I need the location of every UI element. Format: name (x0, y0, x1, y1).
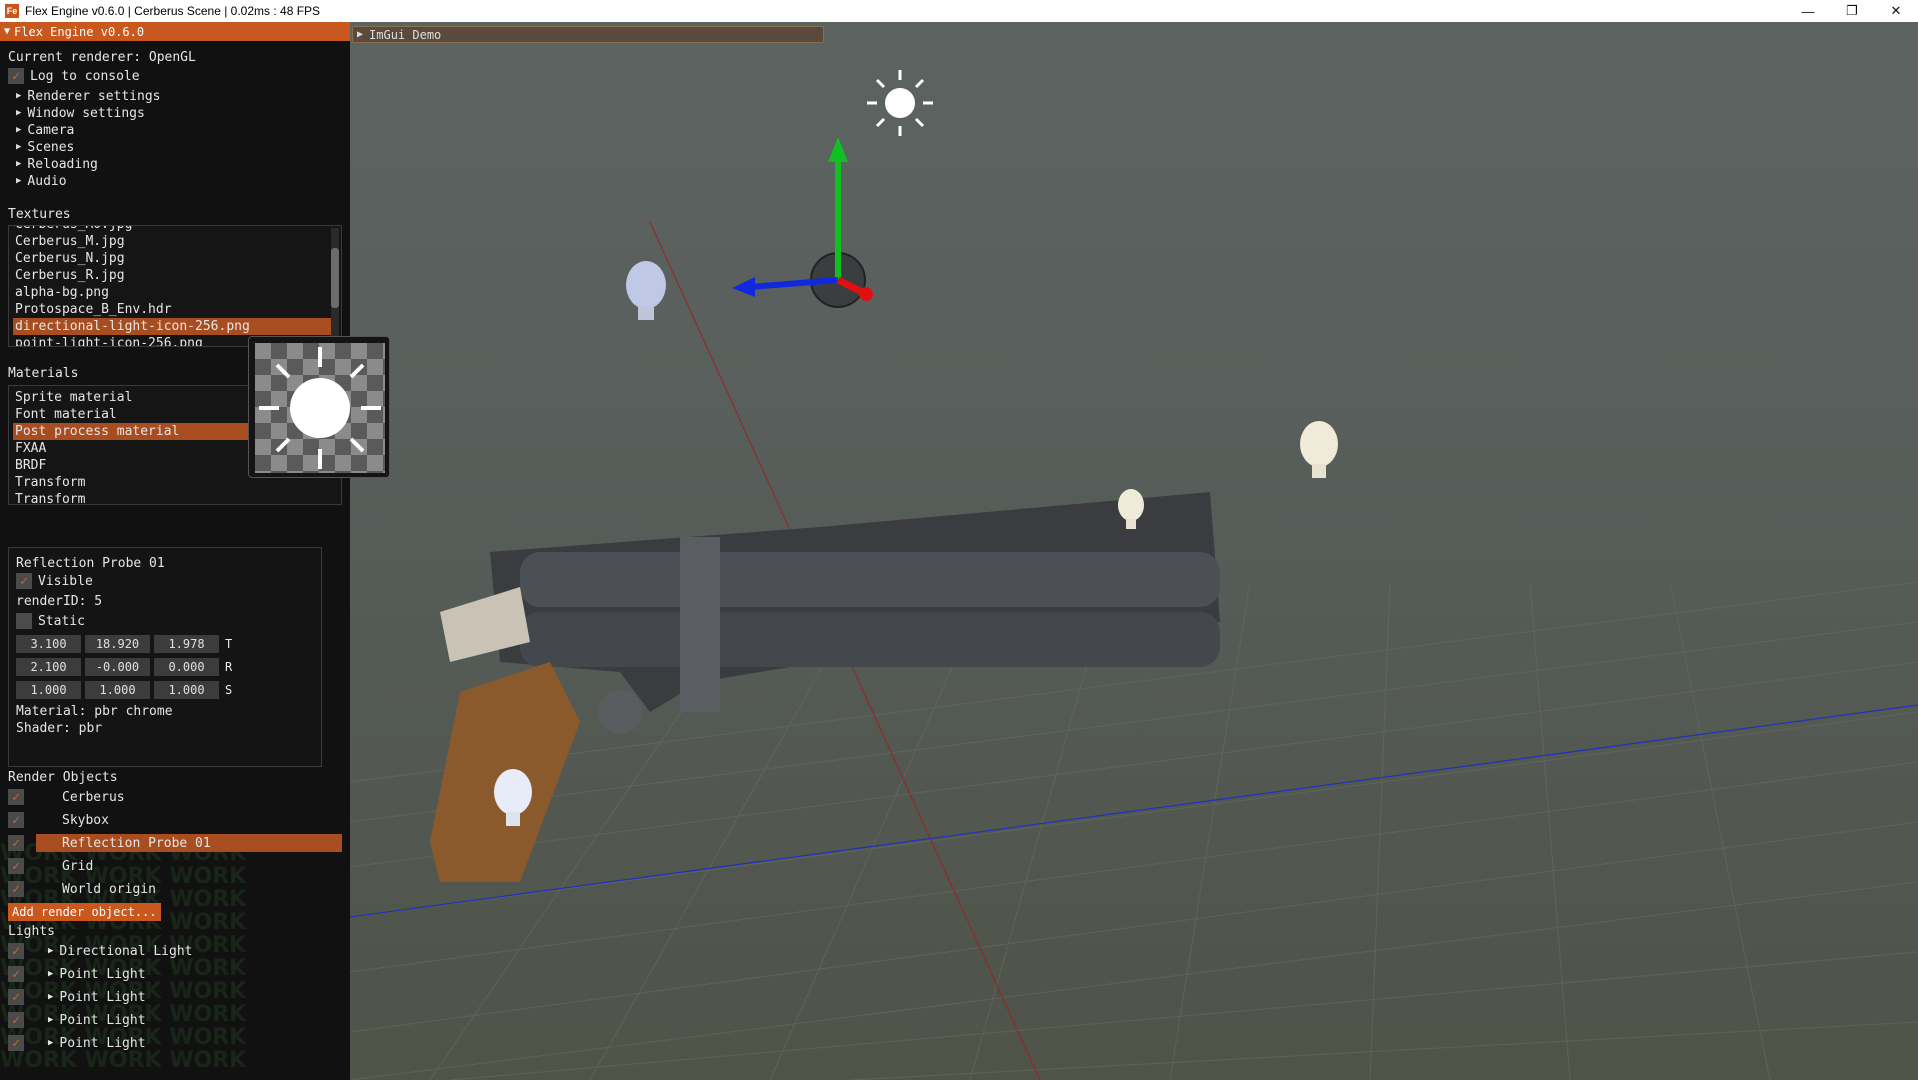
tree-window-settings[interactable]: ▶ Window settings (16, 105, 145, 121)
light-bulb-icon[interactable] (626, 261, 666, 320)
checkmark-icon[interactable]: ✓ (8, 943, 24, 959)
render-id-label: renderID: 5 (16, 593, 103, 609)
render-object-row[interactable]: ✓ Grid (8, 856, 93, 876)
light-row[interactable]: ✓ ▶ Directional Light (8, 941, 192, 961)
scale-x-field[interactable]: 1.000 (16, 681, 81, 699)
inspector-title: Reflection Probe 01 (16, 555, 165, 571)
imgui-demo-window[interactable]: ▶ ImGui Demo (352, 26, 824, 43)
materials-label: Materials (8, 366, 79, 381)
list-item[interactable]: Cerberus_M.jpg (9, 233, 341, 250)
texture-preview-image (255, 343, 385, 473)
renderer-label: Current renderer: OpenGL (8, 49, 196, 65)
checkbox-empty-icon[interactable]: ✓ (16, 613, 32, 629)
minimize-button[interactable]: — (1786, 0, 1830, 22)
checkmark-icon[interactable]: ✓ (8, 812, 24, 828)
checkmark-icon[interactable]: ✓ (16, 573, 32, 589)
scene-render (350, 70, 1918, 1080)
render-object-row[interactable]: ✓ World origin (8, 879, 156, 899)
list-item[interactable]: Cerberus_N.jpg (9, 250, 341, 267)
list-item[interactable]: Cerberus_R.jpg (9, 267, 341, 284)
light-row[interactable]: ✓ ▶ Point Light (8, 1010, 146, 1030)
light-row[interactable]: ✓ ▶ Point Light (8, 964, 146, 984)
z-axis-line (350, 704, 1918, 918)
transform-gizmo[interactable] (732, 137, 873, 308)
collapse-arrow-icon[interactable]: ▼ (4, 26, 10, 37)
list-item-selected[interactable]: directional-light-icon-256.png (13, 318, 337, 335)
scale-label: S (225, 683, 233, 697)
render-objects-label: Render Objects (8, 770, 118, 785)
rotation-x-field[interactable]: 2.100 (16, 658, 81, 676)
rotation-z-field[interactable]: 0.000 (154, 658, 219, 676)
tree-scenes[interactable]: ▶ Scenes (16, 139, 74, 155)
cerberus-model (430, 492, 1220, 882)
translation-row: 3.100 18.920 1.978 T (16, 635, 232, 653)
collapse-arrow-icon[interactable]: ▶ (357, 29, 363, 40)
panel-header[interactable]: ▼ Flex Engine v0.6.0 (0, 22, 350, 41)
shader-label: Shader: pbr (16, 720, 103, 736)
scale-row: 1.000 1.000 1.000 S (16, 681, 232, 699)
render-object-row[interactable]: ✓ Skybox (8, 810, 109, 830)
textures-list[interactable]: Cerberus_AO.jpg Cerberus_M.jpg Cerberus_… (8, 225, 342, 347)
panel-title: Flex Engine v0.6.0 (14, 24, 145, 39)
translation-x-field[interactable]: 3.100 (16, 635, 81, 653)
checkmark-icon[interactable]: ✓ (8, 858, 24, 874)
light-row[interactable]: ✓ ▶ Point Light (8, 987, 146, 1007)
tree-renderer-settings[interactable]: ▶ Renderer settings (16, 88, 160, 104)
material-label: Material: pbr chrome (16, 703, 173, 719)
rotation-label: R (225, 660, 233, 674)
visible-checkbox[interactable]: ✓ Visible (16, 573, 93, 589)
scene-viewport[interactable] (350, 22, 1918, 1080)
engine-panel: ▼ Flex Engine v0.6.0 WORK WORK WORK WORK … (0, 22, 350, 1080)
texture-preview-tooltip (248, 336, 390, 478)
imgui-demo-title: ImGui Demo (369, 27, 442, 42)
scale-z-field[interactable]: 1.000 (154, 681, 219, 699)
checkmark-icon[interactable]: ✓ (8, 989, 24, 1005)
window-controls: — ❐ ✕ (1786, 0, 1918, 22)
translation-label: T (225, 637, 233, 651)
scale-y-field[interactable]: 1.000 (85, 681, 150, 699)
list-item[interactable]: alpha-bg.png (9, 284, 341, 301)
tree-audio[interactable]: ▶ Audio (16, 173, 67, 189)
textures-label: Textures (8, 207, 71, 222)
checkmark-icon[interactable]: ✓ (8, 966, 24, 982)
maximize-button[interactable]: ❐ (1830, 0, 1874, 22)
window-title: Flex Engine v0.6.0 | Cerberus Scene | 0.… (25, 4, 321, 18)
lights-label: Lights (8, 924, 55, 939)
render-object-row-selected[interactable]: ✓ Reflection Probe 01 (8, 833, 342, 853)
list-item[interactable]: Transform (9, 491, 341, 504)
add-render-object-button[interactable]: Add render object... (8, 903, 161, 921)
textures-scrollbar[interactable] (331, 228, 339, 344)
rotation-y-field[interactable]: -0.000 (85, 658, 150, 676)
list-item[interactable]: Cerberus_AO.jpg (9, 226, 341, 233)
sun-icon[interactable] (867, 70, 933, 136)
checkmark-icon[interactable]: ✓ (8, 835, 24, 851)
tree-camera[interactable]: ▶ Camera (16, 122, 74, 138)
window-titlebar: Fe Flex Engine v0.6.0 | Cerberus Scene |… (0, 0, 1918, 22)
checkmark-icon[interactable]: ✓ (8, 1035, 24, 1051)
checkmark-icon[interactable]: ✓ (8, 1012, 24, 1028)
rotation-row: 2.100 -0.000 0.000 R (16, 658, 232, 676)
log-to-console-checkbox[interactable]: ✓ Log to console (8, 68, 140, 84)
checkmark-icon[interactable]: ✓ (8, 881, 24, 897)
translation-y-field[interactable]: 18.920 (85, 635, 150, 653)
app-icon: Fe (5, 4, 19, 18)
list-item[interactable]: Protospace_B_Env.hdr (9, 301, 341, 318)
tree-reloading[interactable]: ▶ Reloading (16, 156, 98, 172)
sun-icon (259, 347, 381, 469)
checkmark-icon[interactable]: ✓ (8, 68, 24, 84)
translation-z-field[interactable]: 1.978 (154, 635, 219, 653)
close-button[interactable]: ✕ (1874, 0, 1918, 22)
light-row[interactable]: ✓ ▶ Point Light (8, 1033, 146, 1053)
light-bulb-icon[interactable] (1300, 421, 1338, 478)
checkmark-icon[interactable]: ✓ (8, 789, 24, 805)
static-checkbox[interactable]: ✓ Static (16, 613, 85, 629)
render-object-row[interactable]: ✓ Cerberus (8, 787, 125, 807)
